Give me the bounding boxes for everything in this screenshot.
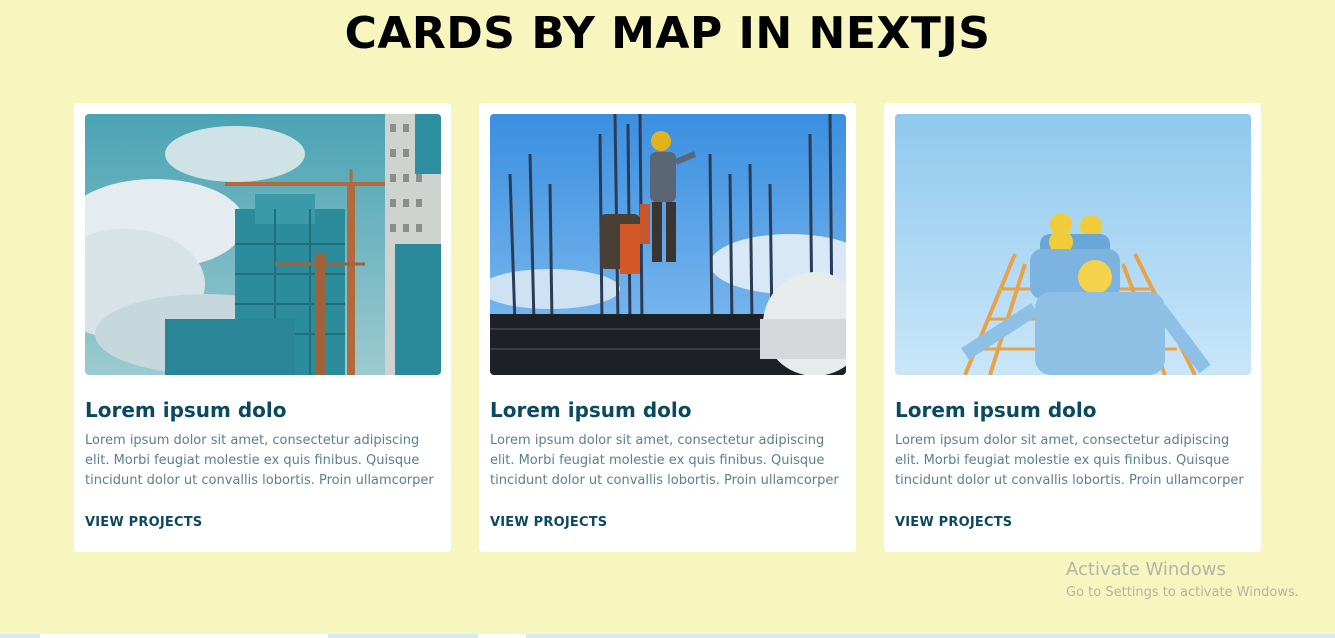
view-projects-link[interactable]: VIEW PROJECTS: [895, 515, 1012, 530]
activate-windows-watermark: Activate Windows Go to Settings to activ…: [1066, 559, 1299, 603]
project-card: Lorem ipsum dolo Lorem ipsum dolor sit a…: [479, 103, 856, 552]
cards-container: Lorem ipsum dolo Lorem ipsum dolor sit a…: [74, 103, 1261, 552]
card-description: Lorem ipsum dolor sit amet, consectetur …: [895, 433, 1244, 488]
bottom-strip: [0, 634, 1335, 638]
view-projects-link[interactable]: VIEW PROJECTS: [85, 515, 202, 530]
view-projects-link[interactable]: VIEW PROJECTS: [490, 515, 607, 530]
page-title: CARDS BY MAP IN NEXTJS: [344, 8, 991, 59]
card-image-hardhat-workers: [895, 114, 1251, 375]
card-title: Lorem ipsum dolo: [85, 398, 287, 422]
card-image-buildings: [85, 114, 441, 375]
card-title: Lorem ipsum dolo: [895, 398, 1097, 422]
project-card: Lorem ipsum dolo Lorem ipsum dolor sit a…: [74, 103, 451, 552]
card-description: Lorem ipsum dolor sit amet, consectetur …: [490, 433, 839, 488]
bottom-strip-segment: [478, 634, 526, 638]
card-image-worker: [490, 114, 846, 375]
watermark-subtitle: Go to Settings to activate Windows.: [1066, 585, 1299, 600]
bottom-strip-segment: [40, 634, 328, 638]
card-description: Lorem ipsum dolor sit amet, consectetur …: [85, 433, 434, 488]
project-card: Lorem ipsum dolo Lorem ipsum dolor sit a…: [884, 103, 1261, 552]
card-title: Lorem ipsum dolo: [490, 398, 692, 422]
watermark-title: Activate Windows: [1066, 559, 1226, 580]
